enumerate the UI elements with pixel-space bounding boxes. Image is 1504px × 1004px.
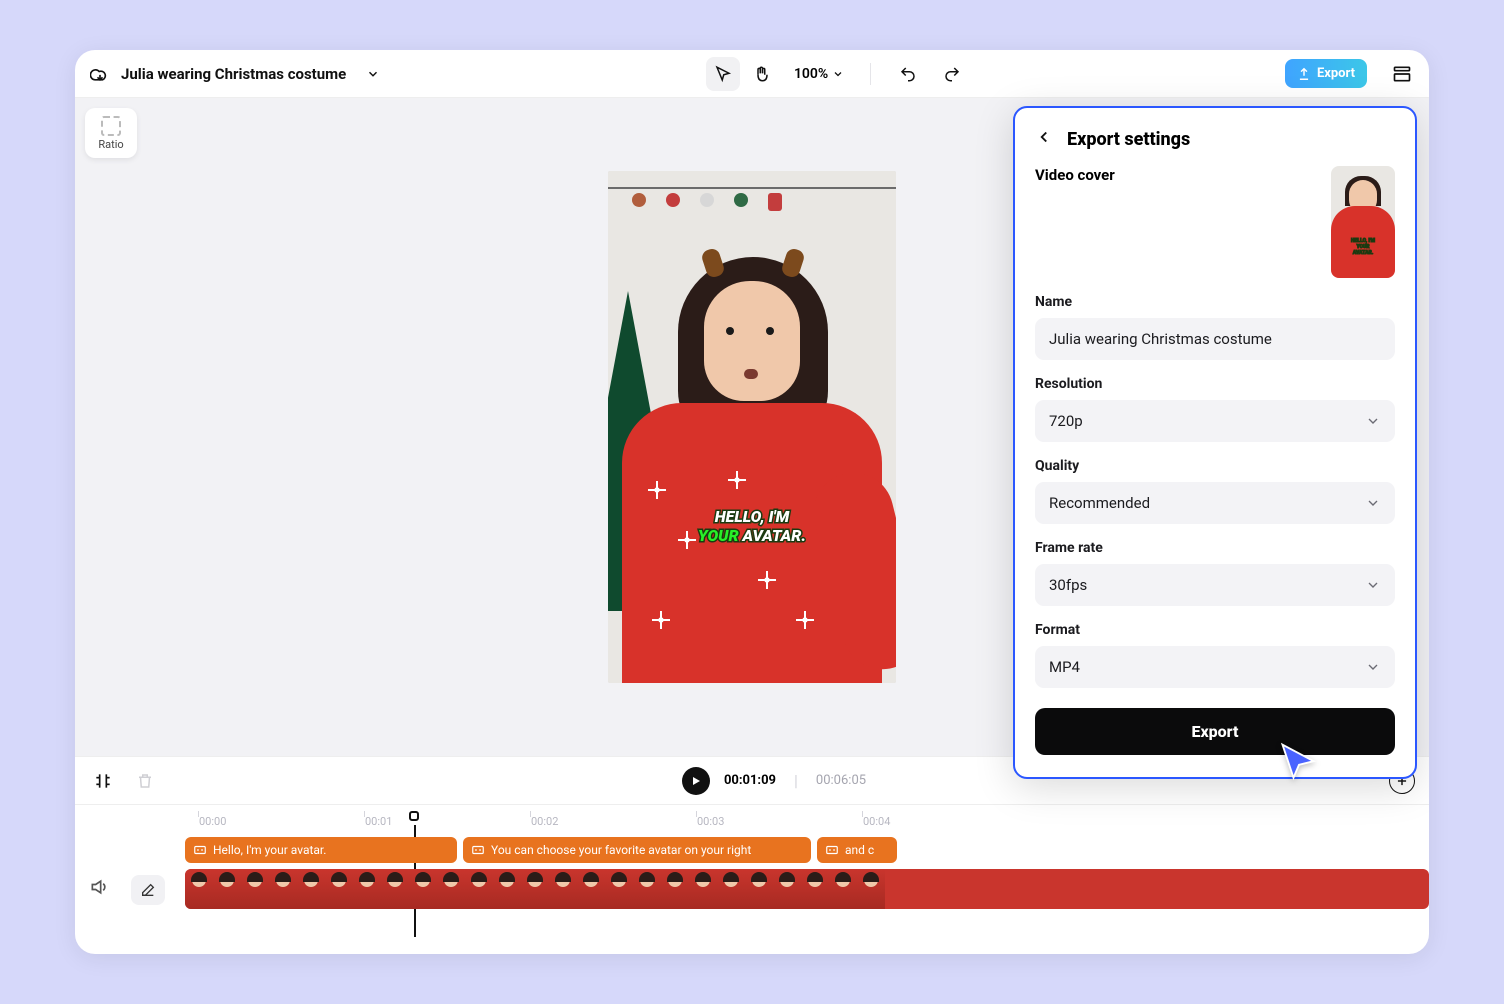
- resolution-field-label: Resolution: [1035, 376, 1395, 392]
- video-thumb: [717, 869, 745, 909]
- quality-select[interactable]: Recommended: [1035, 482, 1395, 524]
- time-divider: |: [794, 771, 798, 790]
- caption-icon: [825, 843, 839, 857]
- panels-icon[interactable]: [1389, 61, 1415, 87]
- export-panel-title: Export settings: [1067, 129, 1190, 150]
- video-thumb: [577, 869, 605, 909]
- export-settings-panel: Export settings Video cover HELLO, I'MYO…: [1013, 106, 1417, 779]
- edit-track-button[interactable]: [131, 875, 165, 905]
- name-field-label: Name: [1035, 294, 1395, 310]
- video-thumb: [689, 869, 717, 909]
- video-cover-label: Video cover: [1035, 166, 1115, 184]
- video-thumb: [605, 869, 633, 909]
- cursor-tool-group: [706, 57, 778, 91]
- split-button[interactable]: [89, 767, 117, 795]
- ruler-tick: 00:01: [365, 815, 392, 828]
- export-confirm-button[interactable]: Export: [1035, 708, 1395, 755]
- video-thumb: [521, 869, 549, 909]
- timeline-ruler[interactable]: 00:00 00:01 00:02 00:03 00:04: [199, 815, 1415, 839]
- ratio-label: Ratio: [98, 138, 123, 151]
- chevron-left-icon: [1035, 128, 1053, 146]
- video-track[interactable]: [185, 869, 1429, 909]
- format-field-label: Format: [1035, 622, 1395, 638]
- video-preview[interactable]: HELLO, I'M YOUR AVATAR.: [608, 171, 896, 683]
- upload-icon: [1297, 67, 1311, 81]
- video-thumb: [213, 869, 241, 909]
- caption-track[interactable]: Hello, I'm your avatar.You can choose yo…: [185, 837, 1429, 863]
- video-thumb: [773, 869, 801, 909]
- cursor-icon: [1277, 741, 1321, 785]
- video-cover-thumbnail[interactable]: HELLO, I'MYOUR AVATAR.: [1331, 166, 1395, 278]
- export-button-top[interactable]: Export: [1285, 59, 1367, 88]
- caption-clip[interactable]: and c: [817, 837, 897, 863]
- video-thumb: [185, 869, 213, 909]
- chevron-down-icon: [1365, 413, 1381, 429]
- divider: [870, 63, 871, 85]
- resolution-select[interactable]: 720p: [1035, 400, 1395, 442]
- time-duration: 00:06:05: [816, 773, 866, 788]
- video-thumb: [241, 869, 269, 909]
- quality-field-label: Quality: [1035, 458, 1395, 474]
- video-thumb: [353, 869, 381, 909]
- ratio-button[interactable]: Ratio: [85, 108, 137, 158]
- select-tool[interactable]: [706, 57, 740, 91]
- hand-tool[interactable]: [744, 57, 778, 91]
- framerate-select[interactable]: 30fps: [1035, 564, 1395, 606]
- ratio-icon: [101, 116, 121, 136]
- ruler-tick: 00:03: [697, 815, 724, 828]
- video-caption: HELLO, I'M YOUR AVATAR.: [608, 507, 896, 545]
- video-thumb: [633, 869, 661, 909]
- playhead[interactable]: [409, 811, 419, 821]
- video-thumb: [381, 869, 409, 909]
- caption-icon: [193, 843, 207, 857]
- project-title: Julia wearing Christmas costume: [121, 65, 346, 83]
- video-thumb: [801, 869, 829, 909]
- chevron-down-icon: [1365, 495, 1381, 511]
- caption-clip[interactable]: You can choose your favorite avatar on y…: [463, 837, 811, 863]
- caption-clip[interactable]: Hello, I'm your avatar.: [185, 837, 457, 863]
- play-button[interactable]: [682, 767, 710, 795]
- video-thumb: [857, 869, 885, 909]
- format-select[interactable]: MP4: [1035, 646, 1395, 688]
- framerate-field-label: Frame rate: [1035, 540, 1395, 556]
- delete-button[interactable]: [131, 767, 159, 795]
- zoom-value: 100%: [794, 66, 828, 82]
- ruler-tick: 00:00: [199, 815, 226, 828]
- video-thumb: [661, 869, 689, 909]
- app-logo-icon: [89, 63, 111, 85]
- video-thumb: [409, 869, 437, 909]
- redo-button[interactable]: [935, 57, 969, 91]
- video-thumb: [437, 869, 465, 909]
- ruler-tick: 00:04: [863, 815, 890, 828]
- video-thumb: [269, 869, 297, 909]
- video-thumb: [297, 869, 325, 909]
- video-thumb: [493, 869, 521, 909]
- project-title-menu[interactable]: [356, 57, 390, 91]
- video-thumb: [549, 869, 577, 909]
- ruler-tick: 00:02: [531, 815, 558, 828]
- export-label: Export: [1317, 66, 1355, 81]
- video-thumb: [745, 869, 773, 909]
- timeline[interactable]: 00:00 00:01 00:02 00:03 00:04 Hello, I'm you…: [75, 804, 1429, 954]
- zoom-level[interactable]: 100%: [788, 66, 850, 82]
- caption-icon: [471, 843, 485, 857]
- undo-button[interactable]: [891, 57, 925, 91]
- time-current: 00:01:09: [724, 773, 776, 788]
- chevron-down-icon: [1365, 659, 1381, 675]
- video-thumb: [325, 869, 353, 909]
- audio-icon[interactable]: [89, 877, 113, 901]
- video-thumb: [465, 869, 493, 909]
- chevron-down-icon: [1365, 577, 1381, 593]
- video-thumb: [829, 869, 857, 909]
- name-input[interactable]: Julia wearing Christmas costume: [1035, 318, 1395, 360]
- export-back-button[interactable]: [1035, 128, 1053, 150]
